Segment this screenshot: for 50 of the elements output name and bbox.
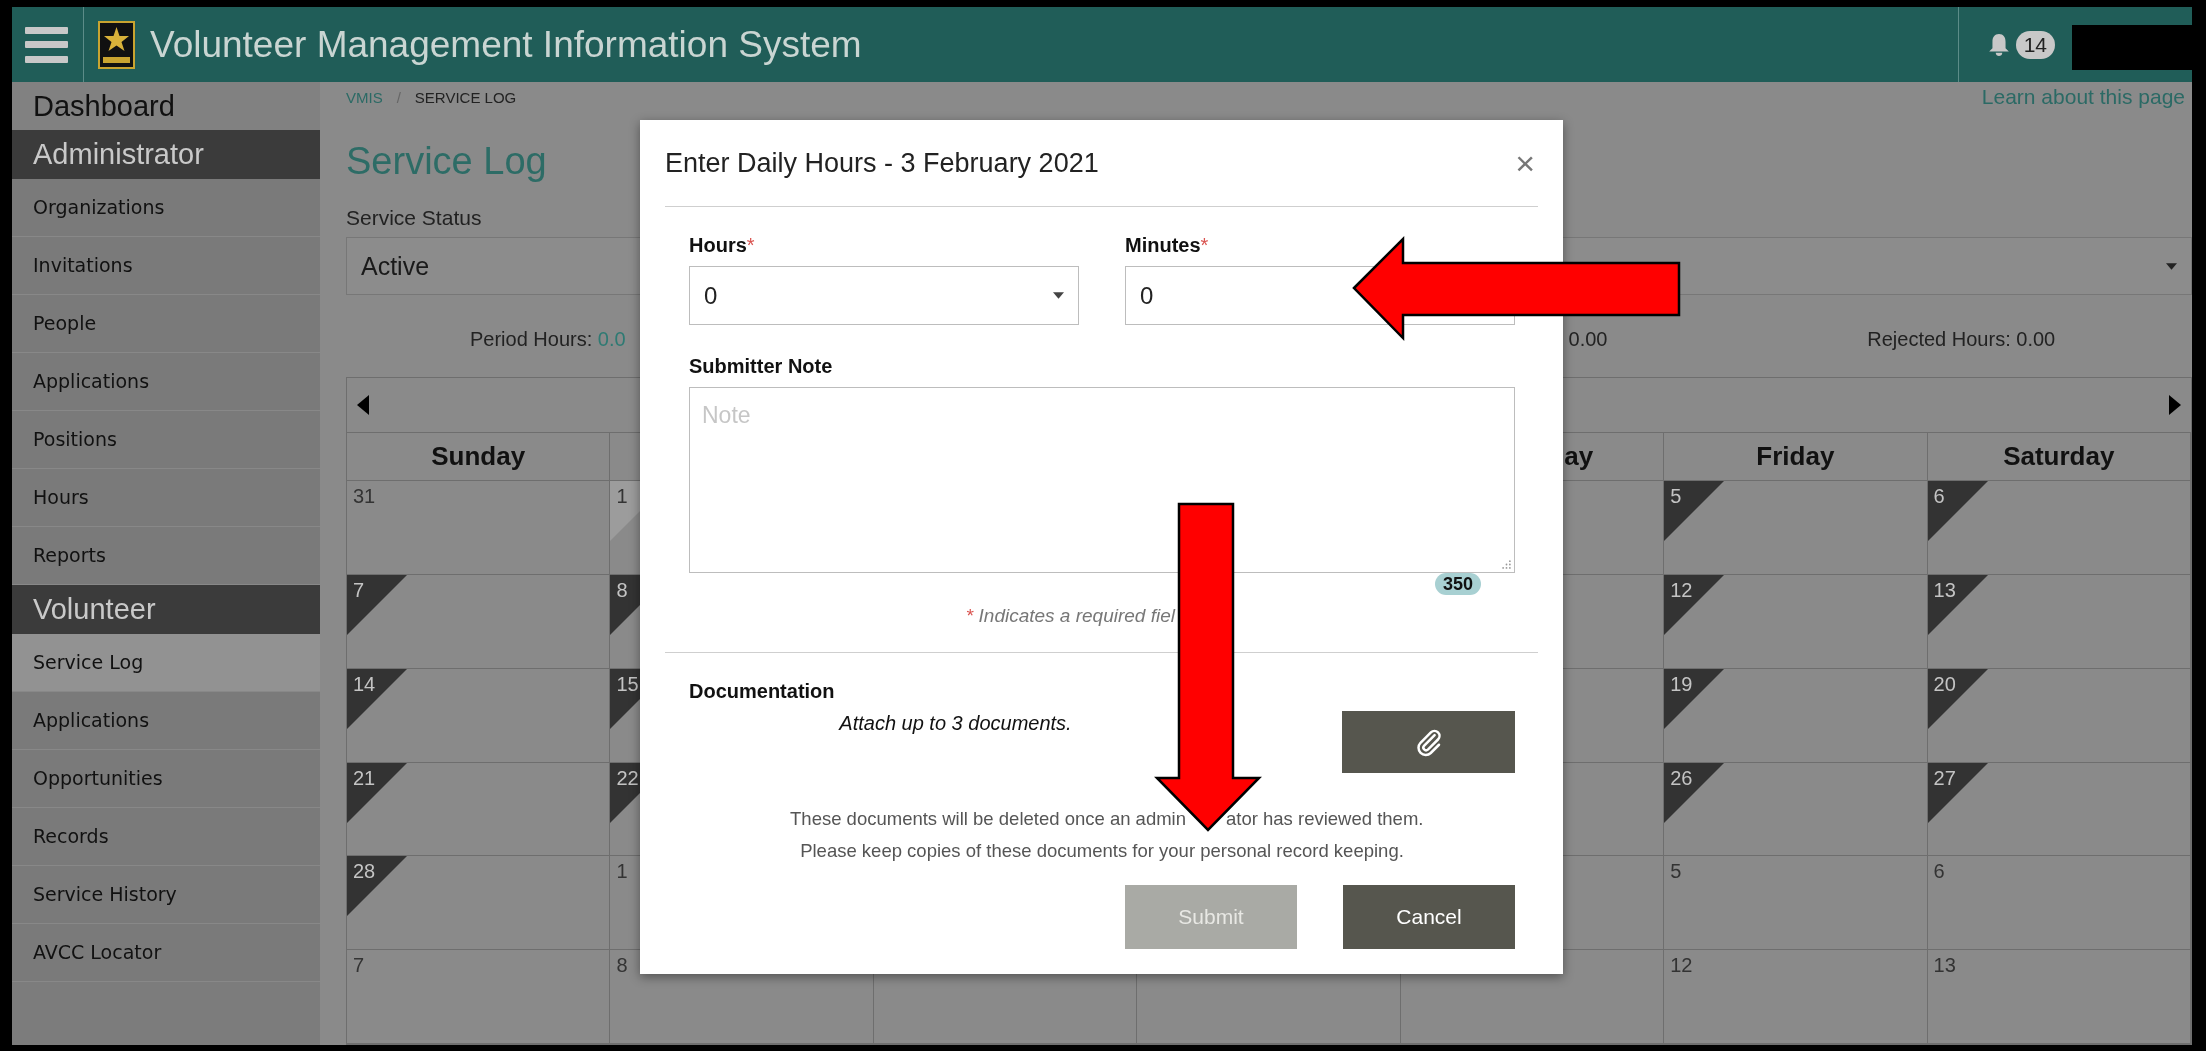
sidebar-section-header: Volunteer: [12, 585, 320, 634]
hours-stat: Rejected Hours: 0.00: [1867, 328, 2056, 350]
notice-text: Please keep copies of these documents for your personal record keeping.: [800, 839, 1404, 863]
day-number: 26: [1670, 766, 1693, 790]
hours-stat: 0.00: [1568, 328, 1608, 350]
breadcrumb-separator: /: [396, 88, 401, 106]
day-number: 13: [1933, 578, 1956, 602]
day-number: 19: [1670, 672, 1693, 696]
day-number: 15: [616, 672, 639, 696]
field-label: Service Status: [346, 205, 482, 231]
day-number: 31: [353, 485, 376, 508]
app-title: Volunteer Management Information System: [150, 23, 862, 66]
day-number: 21: [353, 766, 376, 790]
day-number: 8: [616, 578, 628, 602]
section-label: Documentation: [689, 679, 835, 703]
attach-hint: Attach up to 3 documents.: [839, 711, 1072, 735]
day-number: 13: [1933, 954, 1956, 978]
day-number: 28: [353, 860, 376, 884]
notification-badge: 14: [2015, 30, 2055, 59]
weekday-header: ay: [1564, 441, 1594, 472]
required-hint: * Indicates a required fiel: [965, 604, 1175, 628]
day-number: 1: [616, 860, 628, 884]
day-number: 12: [1670, 954, 1693, 978]
weekday-header: Sunday: [431, 441, 526, 472]
weekday-header: Friday: [1756, 441, 1835, 472]
character-counter: 350: [1434, 573, 1481, 595]
notice-text: ator has reviewed them.: [1226, 807, 1424, 831]
day-number: 7: [353, 578, 365, 602]
day-number: 5: [1670, 860, 1682, 884]
day-number: 8: [616, 954, 628, 978]
field-label: Hours*: [689, 233, 755, 257]
day-number: 22: [616, 766, 639, 790]
day-number: 14: [353, 672, 376, 696]
day-number: 12: [1670, 578, 1693, 602]
dialog-title: Enter Daily Hours - 3 February 2021: [665, 147, 1099, 179]
day-number: 7: [353, 954, 365, 978]
sidebar-section-header: Administrator: [12, 130, 320, 179]
day-number: 27: [1933, 766, 1956, 790]
day-number: 1: [616, 485, 628, 508]
hours-stat: Period Hours: 0.0: [470, 328, 626, 350]
notice-text: These documents will be deleted once an admin: [790, 807, 1186, 831]
field-label: Minutes*: [1125, 233, 1209, 257]
weekday-header: Saturday: [2003, 441, 2115, 472]
page-title: Service Log: [346, 139, 547, 183]
day-number: 5: [1670, 485, 1682, 508]
day-number: 20: [1933, 672, 1956, 696]
breadcrumb-current: SERVICE LOG: [414, 88, 517, 106]
day-number: 6: [1933, 485, 1945, 508]
day-number: 6: [1933, 860, 1945, 884]
field-label: Submitter Note: [689, 354, 833, 378]
